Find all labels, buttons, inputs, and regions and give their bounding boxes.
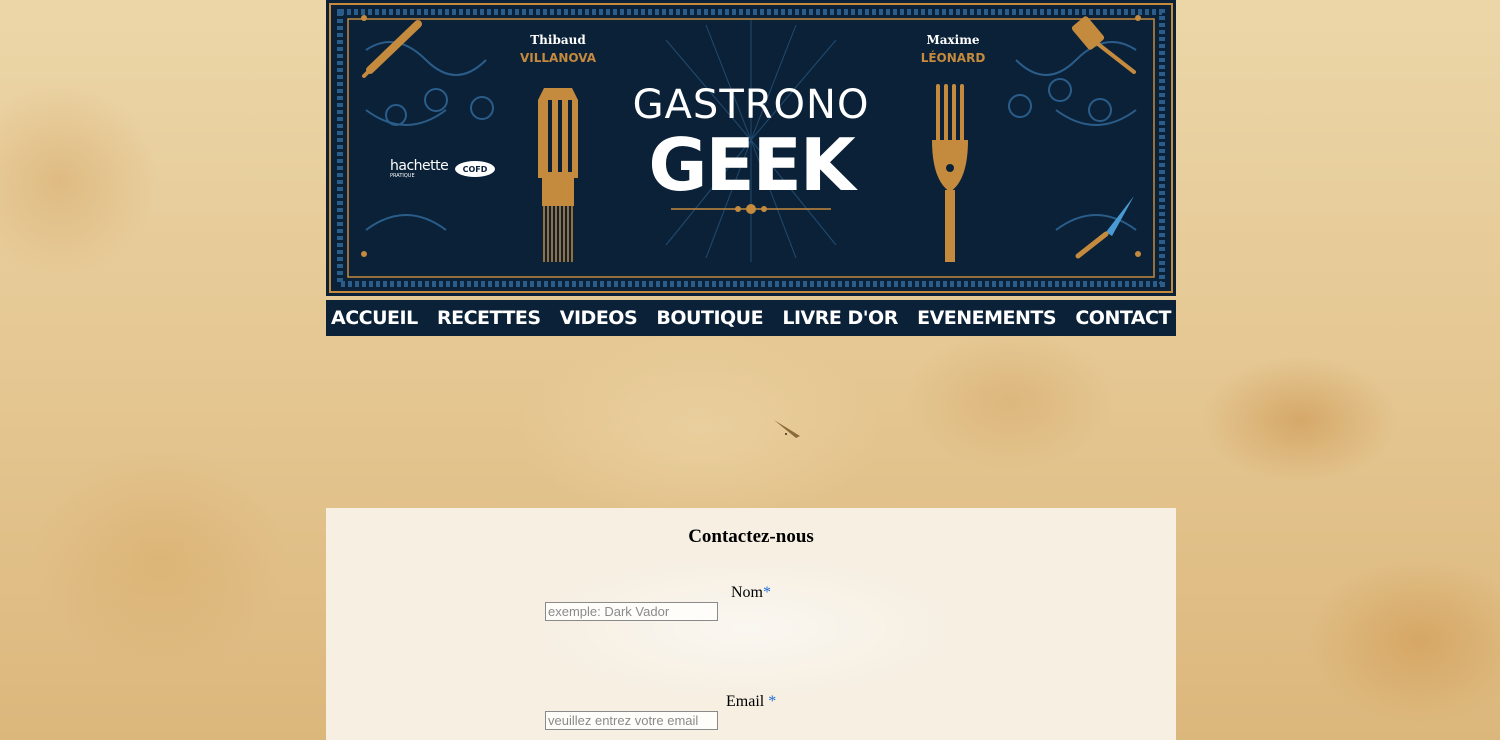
knife-icon xyxy=(1075,196,1134,259)
quill-decoration-icon xyxy=(774,420,800,438)
contact-section: Contactez-nous Nom* Email * xyxy=(326,508,1176,740)
nav-evenements[interactable]: EVENEMENTS xyxy=(917,300,1056,336)
nav-contact[interactable]: CONTACT xyxy=(1075,300,1171,336)
banner-artwork: Thibaud VILLANOVA Maxime LÉONARD GASTRON… xyxy=(329,3,1173,293)
author-right-first: Maxime xyxy=(926,33,979,47)
name-required-mark: * xyxy=(763,584,771,601)
title-geek: GEEK xyxy=(648,123,857,207)
email-label: Email * xyxy=(726,693,776,711)
name-label-text: Nom xyxy=(731,584,763,601)
main-nav: ACCUEIL RECETTES VIDEOS BOUTIQUE LIVRE D… xyxy=(326,300,1176,336)
nav-videos[interactable]: VIDEOS xyxy=(560,300,638,336)
email-label-text: Email xyxy=(726,693,765,710)
site-banner[interactable]: Thibaud VILLANOVA Maxime LÉONARD GASTRON… xyxy=(326,0,1176,296)
author-left-last: VILLANOVA xyxy=(520,51,597,65)
nav-recettes[interactable]: RECETTES xyxy=(437,300,541,336)
title-gastrono: GASTRONO xyxy=(633,82,870,128)
author-left-first: Thibaud xyxy=(530,33,586,47)
contact-title: Contactez-nous xyxy=(688,526,814,547)
svg-text:COFD: COFD xyxy=(463,165,488,174)
email-input[interactable] xyxy=(545,711,718,730)
shaker-illustration xyxy=(538,88,578,262)
nav-livre-dor[interactable]: LIVRE D'OR xyxy=(782,300,898,336)
nav-boutique[interactable]: BOUTIQUE xyxy=(656,300,763,336)
fork-illustration xyxy=(932,84,968,262)
nav-accueil[interactable]: ACCUEIL xyxy=(331,300,418,336)
rolling-pin-icon xyxy=(362,20,422,78)
email-required-mark: * xyxy=(768,693,777,710)
publisher-logo: hachette xyxy=(390,158,448,174)
author-right-last: LÉONARD xyxy=(921,50,986,65)
publisher-sub: PRATIQUE xyxy=(390,173,415,179)
name-input[interactable] xyxy=(545,602,718,621)
partner-logo: COFD xyxy=(455,161,495,177)
name-label: Nom* xyxy=(731,584,771,602)
